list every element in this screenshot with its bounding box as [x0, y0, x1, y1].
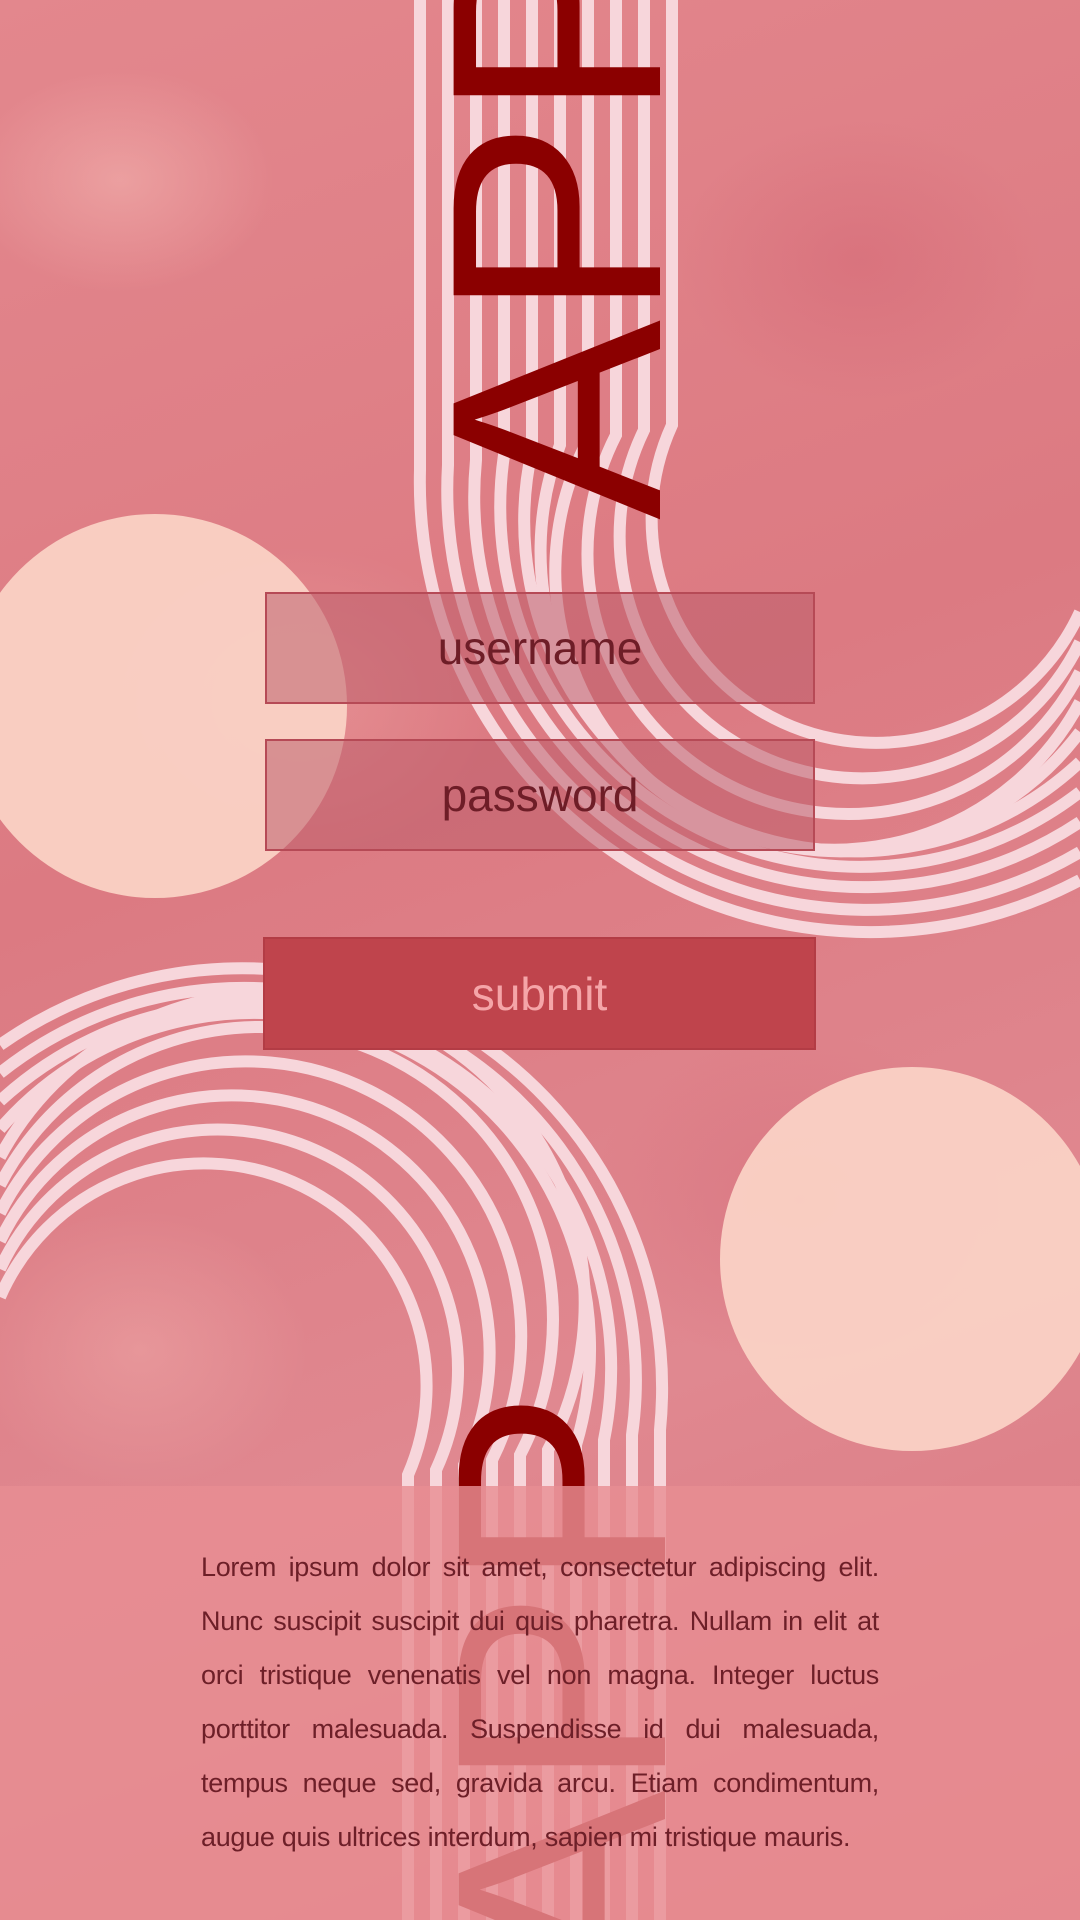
submit-button[interactable]: submit	[263, 937, 816, 1050]
right-circle-decoration	[720, 1067, 1080, 1451]
top-app-wordmark: APP	[388, 0, 724, 520]
password-field[interactable]	[265, 739, 815, 851]
login-screen: APP APP submit Lorem ipsum dolor sit ame…	[0, 0, 1080, 1920]
password-input[interactable]	[267, 740, 813, 850]
username-field[interactable]	[265, 592, 815, 704]
username-input[interactable]	[267, 593, 813, 703]
footer-body-text: Lorem ipsum dolor sit amet, consectetur …	[201, 1552, 879, 1852]
